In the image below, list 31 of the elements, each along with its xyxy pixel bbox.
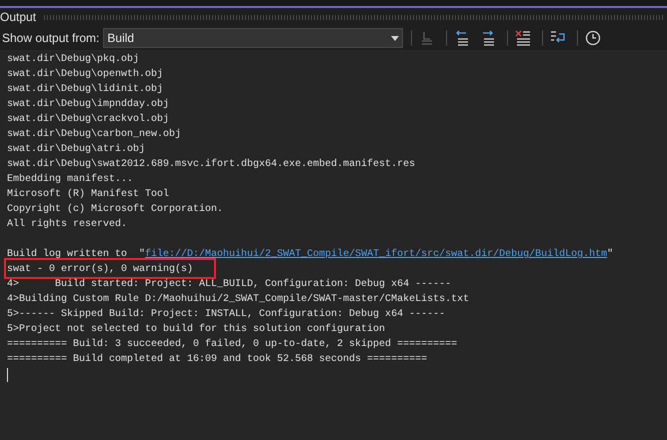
output-line: ========== Build completed at 16:09 and took 52.568 seconds ========== <box>7 352 428 367</box>
output-line: swat.dir\Debug\lidinit.obj <box>7 82 164 97</box>
output-line: swat.dir\Debug\swat2012.689.msvc.ifort.dbgx64.exe.embed.manifest.res <box>7 158 416 172</box>
output-line: Microsoft (R) Manifest Tool <box>7 188 170 202</box>
clock-icon <box>585 30 602 46</box>
build-log-link[interactable]: file://D:/Maohuihui/2_SWAT_Compile/SWAT_ifort/src/swat.dir/Debug/BuildLog.htm <box>145 247 608 262</box>
output-line: Copyright (c) Microsoft Corporation. <box>7 202 224 217</box>
next-message-icon <box>480 30 496 46</box>
output-line: swat.dir\Debug\crackvol.obj <box>7 112 170 127</box>
output-line: 5>------ Skipped Build: Project: INSTALL, Configuration: Debug x64 ------ <box>7 308 446 322</box>
output-line: 4> Build started: Project: ALL_BUILD, Configuration: Debug x64 ------ <box>7 278 452 292</box>
output-line: All rights reserved. <box>7 218 128 232</box>
output-line: 4>Building Custom Rule D:/Maohuihui/2_SWAT_Compile/SWAT-master/CMakeLists.txt <box>7 292 470 307</box>
output-line: 5>Project not selected to build for this solution configuration <box>7 322 386 337</box>
output-line: swat.dir\Debug\impndday.obj <box>7 98 170 112</box>
output-line: swat.dir\Debug\atri.obj <box>7 142 146 157</box>
quote-mark: " <box>607 248 614 262</box>
output-line: Embedding manifest... <box>7 172 134 187</box>
output-line: swat.dir\Debug\pkq.obj <box>7 52 140 67</box>
output-line: Build log written to " <box>7 248 146 262</box>
output-line: swat.dir\Debug\carbon_new.obj <box>7 128 182 142</box>
text-cursor <box>7 368 8 382</box>
clear-all-icon <box>515 30 532 46</box>
output-line: swat.dir\Debug\openwth.obj <box>7 68 164 82</box>
panel-title: Output <box>0 11 36 23</box>
output-line: ========== Build: 3 succeeded, 0 failed, 0 up-to-date, 2 skipped ========== <box>7 338 458 352</box>
dropdown-caret-icon <box>391 36 400 40</box>
output-source-dropdown[interactable]: Build <box>103 28 404 48</box>
previous-message-icon <box>454 30 470 46</box>
show-output-label: Show output from: <box>2 30 100 47</box>
output-line: swat - 0 error(s), 0 warning(s) <box>7 262 194 277</box>
